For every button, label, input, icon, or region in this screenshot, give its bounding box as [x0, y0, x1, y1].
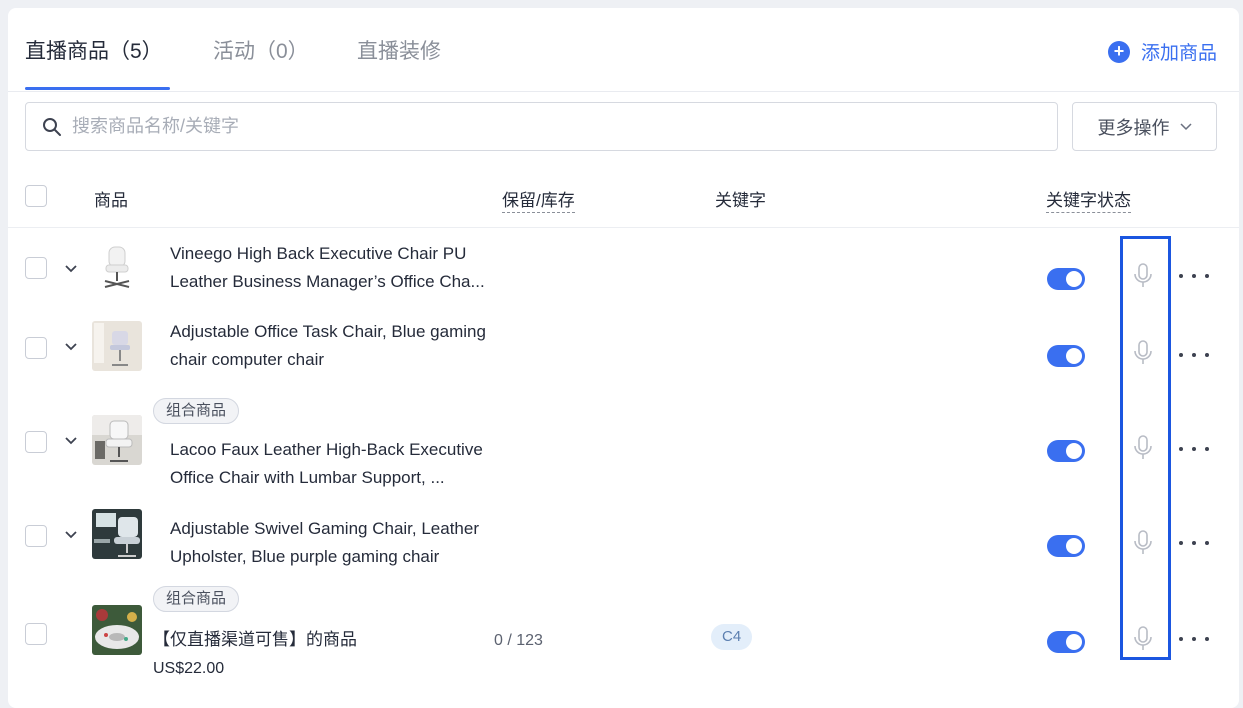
- product-name[interactable]: Adjustable Swivel Gaming Chair, Leather …: [170, 515, 500, 571]
- row-checkbox[interactable]: [25, 623, 47, 645]
- active-tab-indicator: [25, 87, 170, 90]
- more-options-icon[interactable]: [1179, 347, 1209, 363]
- search-input[interactable]: [72, 116, 972, 137]
- chevron-down-icon[interactable]: [64, 339, 78, 353]
- more-actions-label: 更多操作: [1097, 117, 1170, 138]
- more-options-icon[interactable]: [1179, 631, 1209, 647]
- chevron-down-icon[interactable]: [64, 261, 78, 275]
- more-actions-dropdown[interactable]: 更多操作: [1072, 102, 1217, 151]
- row-checkbox[interactable]: [25, 525, 47, 547]
- combo-product-tag: 组合商品: [153, 398, 240, 424]
- reserve-stock-value: 0 / 123: [494, 632, 543, 649]
- more-options-icon[interactable]: [1179, 441, 1209, 457]
- row-checkbox[interactable]: [25, 431, 47, 453]
- tab-live-decoration[interactable]: 直播装修: [357, 35, 441, 65]
- product-name[interactable]: 【仅直播渠道可售】的商品: [153, 626, 483, 654]
- microphone-column-highlight: [1120, 236, 1171, 660]
- product-thumbnail: [92, 243, 142, 293]
- plus-circle-icon: +: [1107, 40, 1130, 63]
- add-product-label: 添加商品: [1140, 43, 1217, 64]
- column-header-reserve-stock[interactable]: 保留/库存: [502, 186, 575, 213]
- keyword-status-toggle[interactable]: [1047, 440, 1085, 462]
- select-all-checkbox[interactable]: [25, 185, 47, 207]
- product-thumbnail: [92, 321, 142, 371]
- chevron-down-icon[interactable]: [64, 433, 78, 447]
- search-box[interactable]: [25, 102, 1058, 151]
- keyword-tag[interactable]: C4: [711, 624, 753, 650]
- column-header-keyword: 关键字: [715, 191, 766, 210]
- product-thumbnail: [92, 415, 142, 465]
- tab-live-products[interactable]: 直播商品（5）: [25, 35, 163, 65]
- row-checkbox[interactable]: [25, 337, 47, 359]
- chevron-down-icon: [1179, 122, 1192, 130]
- tab-activities[interactable]: 活动（0）: [213, 35, 309, 65]
- column-header-keyword-status[interactable]: 关键字状态: [1046, 186, 1131, 213]
- table-header: 商品 保留/库存 关键字 关键字状态: [8, 168, 1239, 228]
- more-options-icon[interactable]: [1179, 535, 1209, 551]
- keyword-status-toggle[interactable]: [1047, 535, 1085, 557]
- product-name[interactable]: Vineego High Back Executive Chair PU Lea…: [170, 240, 500, 296]
- keyword-status-toggle[interactable]: [1047, 631, 1085, 653]
- product-thumbnail: [92, 509, 142, 559]
- chevron-down-icon[interactable]: [64, 527, 78, 541]
- keyword-status-toggle[interactable]: [1047, 268, 1085, 290]
- product-thumbnail: [92, 605, 142, 655]
- product-panel: 直播商品（5） 活动（0） 直播装修 + 添加商品 更多操作 商品 保留/库存 …: [8, 8, 1239, 708]
- search-icon: [43, 117, 61, 136]
- more-options-icon[interactable]: [1179, 268, 1209, 284]
- row-checkbox[interactable]: [25, 257, 47, 279]
- tab-bar: 直播商品（5） 活动（0） 直播装修 + 添加商品: [8, 8, 1239, 92]
- combo-product-tag: 组合商品: [153, 586, 240, 612]
- product-name[interactable]: Adjustable Office Task Chair, Blue gamin…: [170, 318, 500, 374]
- add-product-button[interactable]: + 添加商品: [1107, 38, 1217, 65]
- product-price: US$22.00: [153, 660, 225, 677]
- keyword-status-toggle[interactable]: [1047, 345, 1085, 367]
- column-header-product: 商品: [94, 191, 128, 210]
- product-name[interactable]: Lacoo Faux Leather High-Back Executive O…: [170, 436, 500, 492]
